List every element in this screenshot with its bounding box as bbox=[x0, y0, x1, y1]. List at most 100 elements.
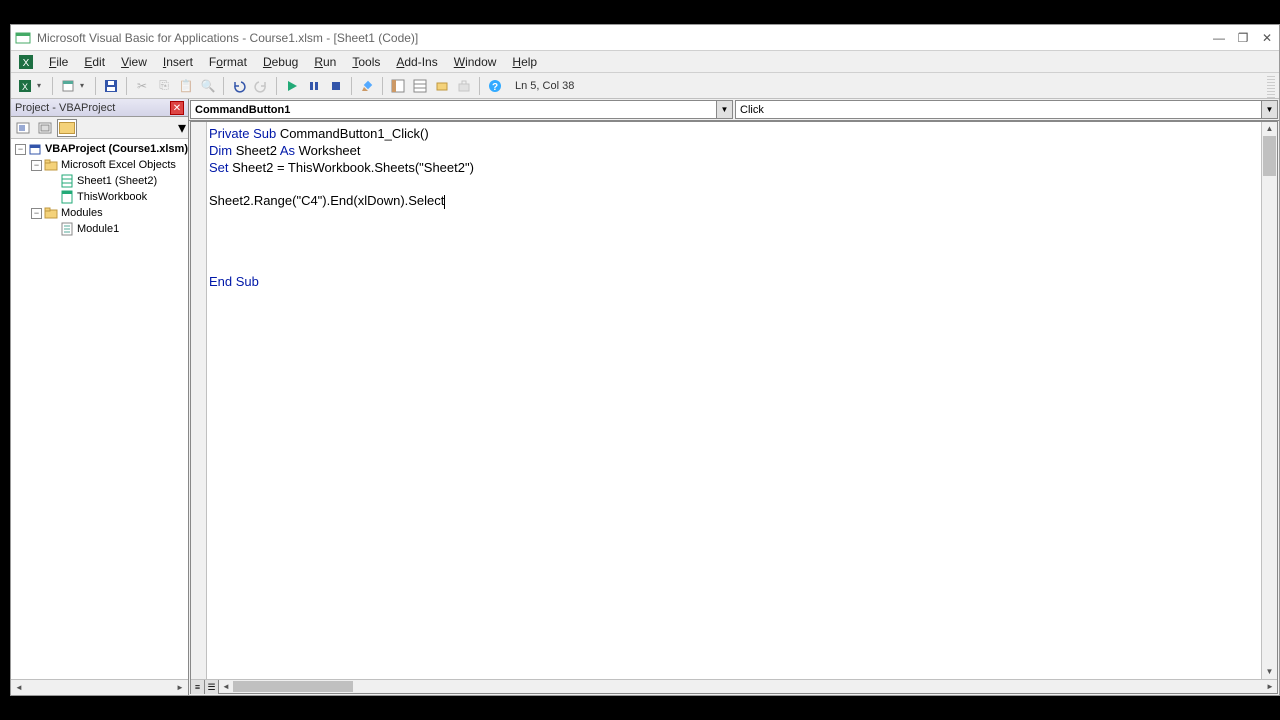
procedure-combobox[interactable]: Click ▼ bbox=[735, 100, 1278, 119]
tree-module1[interactable]: Module1 bbox=[11, 221, 188, 237]
tree-modules[interactable]: − Modules bbox=[11, 205, 188, 221]
project-explorer-button[interactable] bbox=[388, 76, 408, 96]
insert-button[interactable] bbox=[58, 76, 78, 96]
tree-root[interactable]: − VBAProject (Course1.xlsm) bbox=[11, 141, 188, 157]
scroll-up-icon[interactable]: ▲ bbox=[1262, 122, 1277, 136]
sheet-icon bbox=[60, 174, 74, 188]
text-caret bbox=[444, 195, 445, 209]
scroll-left-icon[interactable]: ◄ bbox=[11, 683, 27, 692]
project-panel-toolbar: ▾ bbox=[11, 117, 188, 139]
maximize-button[interactable]: ❐ bbox=[1235, 31, 1251, 45]
code-area: CommandButton1 ▼ Click ▼ Private Sub Com… bbox=[189, 99, 1279, 695]
project-tree: − VBAProject (Course1.xlsm) − Microsoft … bbox=[11, 139, 188, 679]
window-title: Microsoft Visual Basic for Applications … bbox=[37, 31, 1211, 45]
scroll-down-icon[interactable]: ▼ bbox=[1262, 665, 1277, 679]
svg-text:?: ? bbox=[492, 82, 498, 93]
folder-icon bbox=[44, 158, 58, 172]
hscroll-thumb[interactable] bbox=[233, 681, 353, 692]
tree-root-label: VBAProject (Course1.xlsm) bbox=[45, 143, 188, 155]
view-dropdown-icon[interactable]: ▾ bbox=[37, 81, 47, 90]
vba-ide-window: Microsoft Visual Basic for Applications … bbox=[10, 24, 1280, 696]
code-editor[interactable]: Private Sub CommandButton1_Click() Dim S… bbox=[190, 121, 1278, 694]
module-icon bbox=[60, 222, 74, 236]
scroll-right-icon[interactable]: ► bbox=[1263, 680, 1277, 693]
reset-button[interactable] bbox=[326, 76, 346, 96]
procedure-view-button[interactable]: ≡ bbox=[191, 680, 205, 694]
view-code-button[interactable] bbox=[13, 119, 33, 137]
dropdown-icon[interactable]: ▼ bbox=[716, 101, 732, 118]
scroll-left-icon[interactable]: ◄ bbox=[219, 680, 233, 693]
project-explorer: Project - VBAProject ✕ ▾ − VBAProject (C… bbox=[11, 99, 189, 695]
save-button[interactable] bbox=[101, 76, 121, 96]
menubar: X File Edit View Insert Format Debug Run… bbox=[11, 51, 1279, 73]
tree-excel-objects[interactable]: − Microsoft Excel Objects bbox=[11, 157, 188, 173]
design-mode-button[interactable] bbox=[357, 76, 377, 96]
svg-text:X: X bbox=[23, 58, 30, 69]
editor-vscroll[interactable]: ▲ ▼ bbox=[1261, 122, 1277, 679]
menu-window[interactable]: Window bbox=[446, 53, 505, 71]
folder-icon bbox=[44, 206, 58, 220]
menu-debug[interactable]: Debug bbox=[255, 53, 306, 71]
run-button[interactable] bbox=[282, 76, 302, 96]
menu-addins[interactable]: Add-Ins bbox=[388, 53, 445, 71]
object-browser-button[interactable] bbox=[432, 76, 452, 96]
code-content[interactable]: Private Sub CommandButton1_Click() Dim S… bbox=[209, 126, 1261, 679]
tree-sheet1[interactable]: Sheet1 (Sheet2) bbox=[11, 173, 188, 189]
menu-run[interactable]: Run bbox=[306, 53, 344, 71]
full-module-view-button[interactable]: ☰ bbox=[205, 680, 219, 694]
project-panel-header: Project - VBAProject ✕ bbox=[11, 99, 188, 117]
tree-modules-label: Modules bbox=[61, 207, 103, 219]
scroll-right-icon[interactable]: ► bbox=[172, 683, 188, 692]
close-button[interactable]: ✕ bbox=[1259, 31, 1275, 45]
tree-sheet1-label: Sheet1 (Sheet2) bbox=[77, 175, 157, 187]
undo-button[interactable] bbox=[229, 76, 249, 96]
toolbox-button[interactable] bbox=[454, 76, 474, 96]
redo-button[interactable] bbox=[251, 76, 271, 96]
paste-button[interactable]: 📋 bbox=[176, 76, 196, 96]
cursor-position: Ln 5, Col 38 bbox=[515, 80, 574, 92]
menu-insert[interactable]: Insert bbox=[155, 53, 201, 71]
menu-help[interactable]: Help bbox=[504, 53, 545, 71]
collapse-icon[interactable]: − bbox=[31, 208, 42, 219]
minimize-button[interactable]: ― bbox=[1211, 31, 1227, 45]
menu-view[interactable]: View bbox=[113, 53, 155, 71]
code-margin bbox=[191, 122, 207, 693]
view-object-button[interactable] bbox=[35, 119, 55, 137]
titlebar: Microsoft Visual Basic for Applications … bbox=[11, 25, 1279, 51]
app-icon bbox=[15, 30, 31, 46]
collapse-icon[interactable]: − bbox=[31, 160, 42, 171]
break-button[interactable] bbox=[304, 76, 324, 96]
dropdown-icon[interactable]: ▼ bbox=[1261, 101, 1277, 118]
properties-button[interactable] bbox=[410, 76, 430, 96]
menu-format[interactable]: Format bbox=[201, 53, 255, 71]
toolbar-grip[interactable] bbox=[1267, 74, 1275, 98]
help-button[interactable]: ? bbox=[485, 76, 505, 96]
object-combo-value: CommandButton1 bbox=[195, 104, 290, 116]
workbook-icon bbox=[60, 190, 74, 204]
view-excel-button[interactable]: X bbox=[15, 76, 35, 96]
procedure-combo-value: Click bbox=[740, 104, 764, 116]
object-combobox[interactable]: CommandButton1 ▼ bbox=[190, 100, 733, 119]
menu-edit[interactable]: Edit bbox=[76, 53, 113, 71]
project-icon bbox=[28, 142, 42, 156]
insert-dropdown-icon[interactable]: ▾ bbox=[80, 81, 90, 90]
menu-tools[interactable]: Tools bbox=[344, 53, 388, 71]
panel-close-button[interactable]: ✕ bbox=[170, 101, 184, 115]
project-hscroll[interactable]: ◄ ► bbox=[11, 679, 188, 695]
toggle-folders-button[interactable] bbox=[57, 119, 77, 137]
tree-module1-label: Module1 bbox=[77, 223, 119, 235]
panel-options-icon[interactable]: ▾ bbox=[178, 118, 186, 138]
excel-icon[interactable]: X bbox=[17, 53, 35, 71]
copy-button[interactable]: ⎘ bbox=[154, 76, 174, 96]
editor-hscroll[interactable]: ≡ ☰ ◄ ► bbox=[191, 679, 1277, 693]
toolbar: X ▾ ▾ ✂ ⎘ 📋 🔍 ? Ln 5, Col 38 bbox=[11, 73, 1279, 99]
tree-thisworkbook[interactable]: ThisWorkbook bbox=[11, 189, 188, 205]
cut-button[interactable]: ✂ bbox=[132, 76, 152, 96]
project-panel-title: Project - VBAProject bbox=[15, 102, 115, 114]
menu-file[interactable]: File bbox=[41, 53, 76, 71]
collapse-icon[interactable]: − bbox=[15, 144, 26, 155]
tree-excel-objects-label: Microsoft Excel Objects bbox=[61, 159, 176, 171]
find-button[interactable]: 🔍 bbox=[198, 76, 218, 96]
tree-thisworkbook-label: ThisWorkbook bbox=[77, 191, 147, 203]
vscroll-thumb[interactable] bbox=[1263, 136, 1276, 176]
